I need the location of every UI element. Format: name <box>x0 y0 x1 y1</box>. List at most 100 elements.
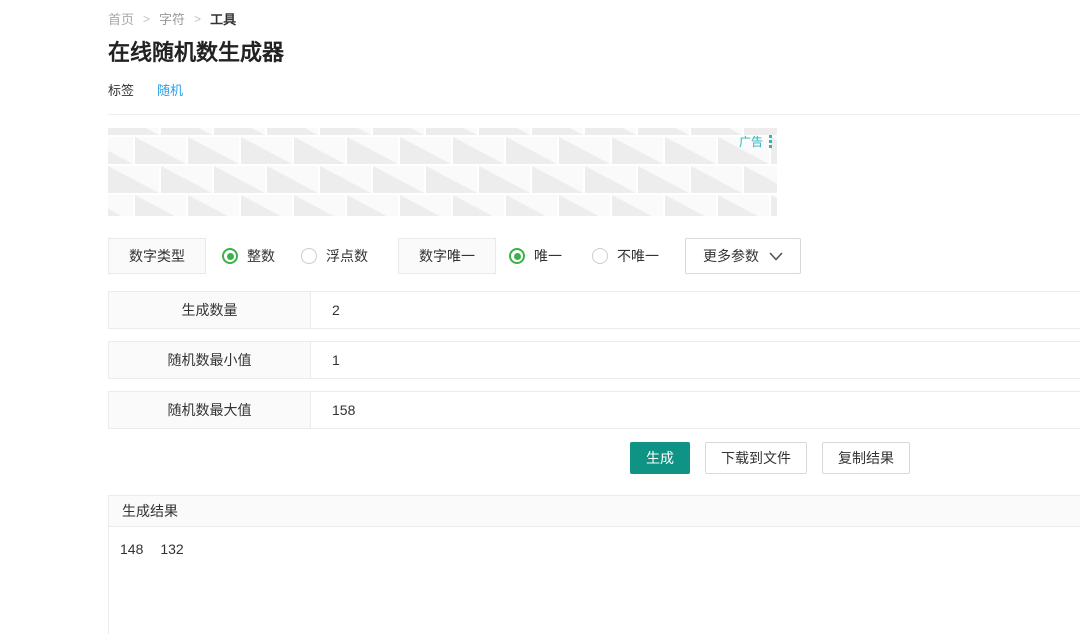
brick <box>347 195 398 216</box>
more-params-label: 更多参数 <box>703 246 759 266</box>
brick <box>108 128 159 135</box>
page: 首页 > 字符 > 工具 在线随机数生成器 标签 随机 广告 数字类型 <box>0 0 1080 634</box>
min-input[interactable] <box>311 342 1080 378</box>
breadcrumb-item-tools: 工具 <box>210 9 236 28</box>
brick <box>638 166 689 193</box>
result-value: 148 <box>120 541 143 557</box>
radio-float-label: 浮点数 <box>326 246 368 266</box>
count-field-label: 生成数量 <box>109 292 311 328</box>
radio-not-unique[interactable]: 不唯一 <box>592 246 659 266</box>
brick <box>161 128 212 135</box>
brick <box>108 137 133 164</box>
brick <box>161 166 212 193</box>
brick <box>135 195 186 216</box>
brick <box>108 166 159 193</box>
brick <box>585 166 636 193</box>
brick <box>267 166 318 193</box>
form-row-max: 随机数最大值 <box>108 391 1080 429</box>
download-button[interactable]: 下载到文件 <box>705 442 807 474</box>
brick <box>214 128 265 135</box>
radio-float-icon[interactable] <box>301 248 317 264</box>
brick <box>718 195 769 216</box>
radio-integer-icon[interactable] <box>222 248 238 264</box>
results-body: 148 132 <box>109 527 1080 557</box>
brick <box>400 195 451 216</box>
uniqueness-label: 数字唯一 <box>398 238 496 274</box>
page-title: 在线随机数生成器 <box>108 40 1080 66</box>
generate-button[interactable]: 生成 <box>630 442 690 474</box>
brick <box>108 195 133 216</box>
results-header: 生成结果 <box>109 495 1080 527</box>
brick <box>506 195 557 216</box>
form-row-count: 生成数量 <box>108 291 1080 329</box>
brick-row <box>108 128 777 135</box>
brick <box>479 166 530 193</box>
brick <box>294 195 345 216</box>
radio-integer[interactable]: 整数 <box>222 246 275 266</box>
brick <box>585 128 636 135</box>
more-params-button[interactable]: 更多参数 <box>685 238 801 274</box>
results-panel: 生成结果 148 132 <box>108 495 1080 634</box>
brick-row <box>108 137 777 164</box>
brick <box>665 195 716 216</box>
brick <box>241 195 292 216</box>
brick <box>241 137 292 164</box>
brick <box>453 137 504 164</box>
breadcrumb-separator: > <box>194 12 201 26</box>
copy-result-button[interactable]: 复制结果 <box>822 442 910 474</box>
brick <box>188 195 239 216</box>
brick <box>612 137 663 164</box>
radio-float[interactable]: 浮点数 <box>301 246 368 266</box>
number-type-label: 数字类型 <box>108 238 206 274</box>
brick <box>771 195 777 216</box>
tags-row: 标签 随机 <box>108 80 1080 99</box>
breadcrumb: 首页 > 字符 > 工具 <box>108 0 1080 28</box>
brick <box>691 166 742 193</box>
controls-row: 数字类型 整数 浮点数 数字唯一 唯一 不唯一 更多参数 <box>108 238 1080 274</box>
brick <box>426 128 477 135</box>
actions-row: 生成 下载到文件 复制结果 <box>630 442 1080 474</box>
breadcrumb-item-home[interactable]: 首页 <box>108 9 134 28</box>
brick <box>532 128 583 135</box>
breadcrumb-separator: > <box>143 12 150 26</box>
count-input[interactable] <box>311 292 1080 328</box>
brick <box>214 166 265 193</box>
brick <box>559 137 610 164</box>
chevron-down-icon <box>769 252 783 261</box>
form-row-min: 随机数最小值 <box>108 341 1080 379</box>
brick <box>320 166 371 193</box>
brick <box>188 137 239 164</box>
brick <box>532 166 583 193</box>
breadcrumb-item-characters[interactable]: 字符 <box>159 9 185 28</box>
brick <box>506 137 557 164</box>
divider <box>108 114 1080 115</box>
brick <box>267 128 318 135</box>
radio-not-unique-label: 不唯一 <box>617 246 659 266</box>
radio-unique-icon[interactable] <box>509 248 525 264</box>
tags-label: 标签 <box>108 80 134 99</box>
brick-row <box>108 166 777 193</box>
brick-row <box>108 195 777 216</box>
radio-integer-label: 整数 <box>247 246 275 266</box>
brick <box>559 195 610 216</box>
max-input[interactable] <box>311 392 1080 428</box>
brick <box>294 137 345 164</box>
brick <box>373 128 424 135</box>
radio-not-unique-icon[interactable] <box>592 248 608 264</box>
brick <box>612 195 663 216</box>
brick <box>665 137 716 164</box>
ad-banner: 广告 <box>108 128 777 216</box>
brick <box>320 128 371 135</box>
brick <box>453 195 504 216</box>
more-vert-icon[interactable] <box>768 134 773 149</box>
tag-random-link[interactable]: 随机 <box>157 80 183 99</box>
brick <box>638 128 689 135</box>
min-field-label: 随机数最小值 <box>109 342 311 378</box>
ad-flag: 广告 <box>739 133 773 150</box>
brick <box>400 137 451 164</box>
brick <box>426 166 477 193</box>
ad-brick-wall <box>108 128 777 216</box>
brick <box>479 128 530 135</box>
brick <box>744 166 777 193</box>
radio-unique[interactable]: 唯一 <box>509 246 562 266</box>
